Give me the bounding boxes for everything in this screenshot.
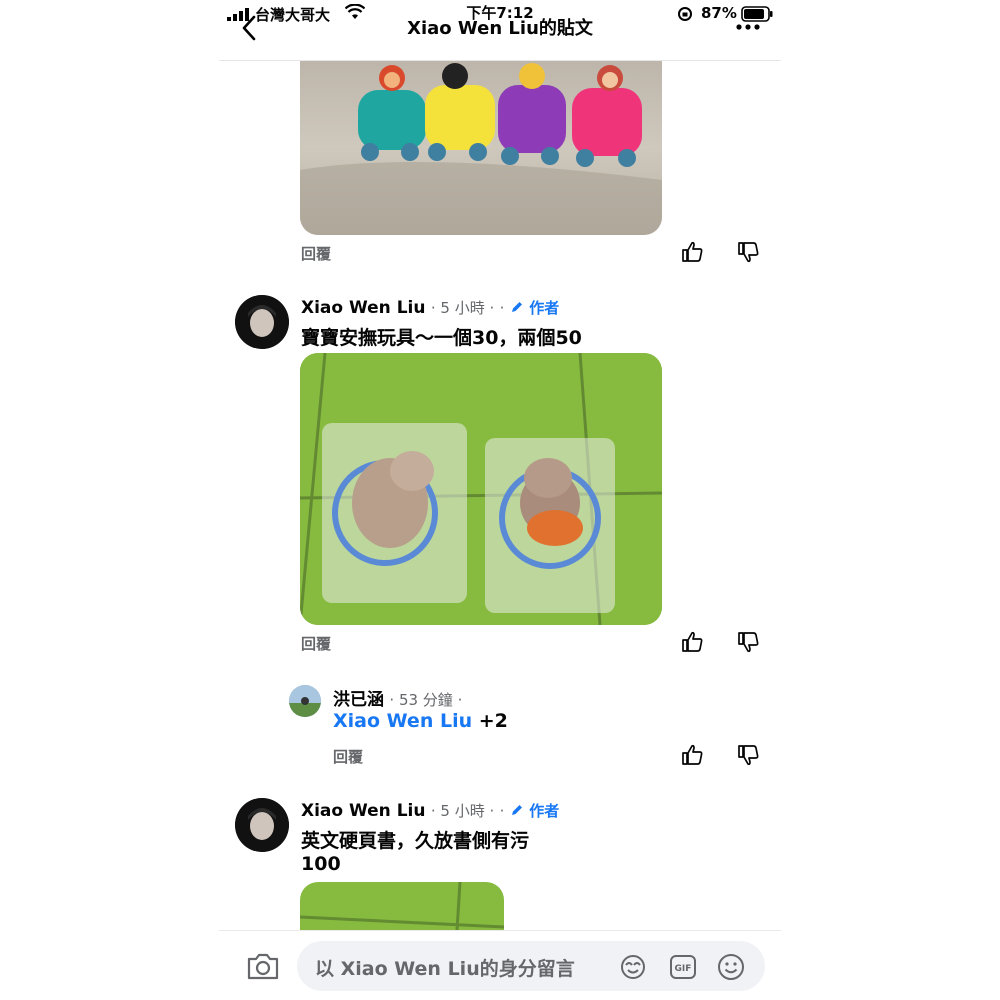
dislike-icon[interactable] — [737, 743, 761, 767]
avatar[interactable] — [235, 798, 289, 852]
camera-icon[interactable] — [246, 951, 280, 981]
reply-button[interactable]: 回覆 — [301, 633, 331, 654]
comment-time: · 5 小時 · — [430, 802, 495, 820]
comment-photo-plush-toys[interactable] — [300, 353, 662, 625]
comment-text: 寶寶安撫玩具～一個30，兩個50 — [301, 327, 582, 349]
avatar[interactable] — [289, 685, 321, 717]
status-header: 台灣大哥大 下午7:12 Xiao Wen Liu的貼文 87% — [219, 0, 781, 61]
reply-button[interactable]: 回覆 — [301, 243, 331, 264]
commenter-name[interactable]: Xiao Wen Liu — [301, 801, 425, 821]
avatar-image — [235, 798, 289, 852]
back-icon[interactable] — [239, 14, 259, 42]
comment-text-line1: 英文硬頁書，久放書側有污 — [301, 830, 530, 852]
reply-button[interactable]: 回覆 — [333, 746, 363, 767]
toy-cars-image — [300, 63, 662, 235]
comment-time: · 53 分鐘 · — [389, 691, 463, 709]
pencil-icon — [511, 805, 522, 815]
meta-dot: · — [499, 299, 505, 317]
comment-input[interactable]: 以 Xiao Wen Liu的身分留言 GIF — [297, 941, 765, 991]
commenter-name[interactable]: Xiao Wen Liu — [301, 298, 425, 318]
author-badge: 作者 — [529, 802, 560, 820]
avatar-sticker-icon[interactable] — [619, 953, 647, 981]
pencil-icon — [511, 302, 522, 312]
more-options-icon[interactable] — [735, 18, 761, 32]
phone-screen: 台灣大哥大 下午7:12 Xiao Wen Liu的貼文 87% 回覆 Xiao… — [219, 0, 781, 1000]
avatar-image — [289, 685, 321, 717]
author-badge: 作者 — [529, 299, 560, 317]
comment-header: 洪已涵 · 53 分鐘 · — [333, 685, 462, 710]
comment-text-suffix: +2 — [472, 710, 508, 732]
page-title: Xiao Wen Liu的貼文 — [407, 18, 593, 39]
comment-text: Xiao Wen Liu +2 — [333, 710, 508, 732]
commenter-name[interactable]: 洪已涵 — [333, 690, 384, 710]
svg-text:GIF: GIF — [675, 964, 692, 974]
like-icon[interactable] — [681, 630, 705, 654]
comment-input-placeholder: 以 Xiao Wen Liu的身分留言 — [315, 958, 575, 980]
comment-time: · 5 小時 · — [430, 299, 495, 317]
dislike-icon[interactable] — [737, 630, 761, 654]
rotation-lock-icon — [678, 7, 692, 21]
meta-dot: · — [499, 802, 505, 820]
comment-header: Xiao Wen Liu · 5 小時 · · 作者 — [301, 800, 559, 821]
avatar-image — [235, 295, 289, 349]
comment-photo-toy-cars[interactable] — [300, 40, 662, 235]
mention-link[interactable]: Xiao Wen Liu — [333, 710, 472, 732]
like-icon[interactable] — [681, 743, 705, 767]
emoji-icon[interactable] — [717, 953, 745, 981]
battery-percent: 87% — [701, 4, 737, 22]
comment-header: Xiao Wen Liu · 5 小時 · · 作者 — [301, 297, 559, 318]
gif-icon[interactable]: GIF — [669, 953, 697, 981]
plush-toys-image — [300, 353, 662, 625]
dislike-icon[interactable] — [737, 240, 761, 264]
like-icon[interactable] — [681, 240, 705, 264]
avatar[interactable] — [235, 295, 289, 349]
comment-text-line2: 100 — [301, 853, 341, 875]
comment-composer: 以 Xiao Wen Liu的身分留言 GIF — [219, 930, 781, 1000]
